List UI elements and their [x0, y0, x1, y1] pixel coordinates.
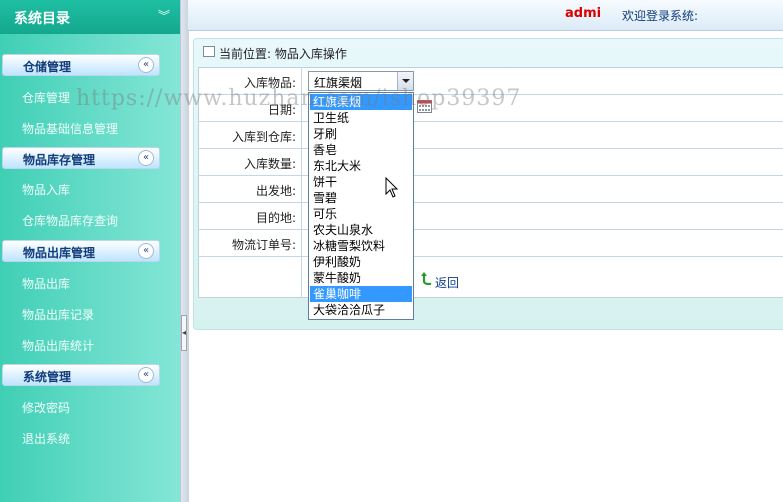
- back-link[interactable]: 返回: [435, 274, 459, 291]
- dropdown-option[interactable]: 大袋洽洽瓜子: [310, 302, 412, 318]
- dropdown-option[interactable]: 香皂: [310, 142, 412, 158]
- sidebar-title: 系统目录: [14, 11, 70, 27]
- breadcrumb: 当前位置: 物品入库操作: [219, 47, 347, 61]
- window-icon: [203, 46, 215, 57]
- dropdown-option[interactable]: 伊利酸奶: [310, 254, 412, 270]
- menu-item-stock-out[interactable]: 物品出库: [22, 275, 70, 292]
- collapse-sidebar-icon[interactable]: ◂: [181, 315, 187, 351]
- row-divider: [198, 256, 783, 257]
- section-system[interactable]: 系统管理 «: [2, 364, 160, 386]
- dropdown-option[interactable]: 农夫山泉水: [310, 222, 412, 238]
- section-inventory[interactable]: 物品库存管理 «: [2, 147, 160, 169]
- section-label: 仓储管理: [23, 60, 72, 74]
- chevron-left-icon[interactable]: «: [138, 57, 154, 73]
- label-quantity: 入库数量:: [243, 157, 296, 171]
- dropdown-option[interactable]: 牙刷: [310, 126, 412, 142]
- dropdown-option[interactable]: 冰糖雪梨饮料: [310, 238, 412, 254]
- section-outbound[interactable]: 物品出库管理 «: [2, 240, 160, 262]
- menu-item-warehouse[interactable]: 仓库管理: [22, 89, 70, 106]
- label-origin: 出发地:: [255, 184, 296, 198]
- label-warehouse: 入库到仓库:: [231, 130, 296, 144]
- label-tracking-number: 物流订单号:: [231, 238, 296, 252]
- menu-item-logout[interactable]: 退出系统: [22, 430, 70, 447]
- dropdown-option[interactable]: 东北大米: [310, 158, 412, 174]
- section-label: 系统管理: [23, 370, 72, 384]
- mouse-cursor-icon: [385, 177, 399, 198]
- section-label: 物品出库管理: [23, 246, 96, 260]
- dropdown-option[interactable]: 卫生纸: [310, 110, 412, 126]
- section-storage[interactable]: 仓储管理 «: [2, 54, 160, 76]
- chevron-left-icon[interactable]: «: [138, 150, 154, 166]
- collapse-icon[interactable]: ︾: [158, 8, 170, 24]
- menu-item-stock-query[interactable]: 仓库物品库存查询: [22, 212, 118, 229]
- watermark: https://www.huzhan.com/ishop39397: [76, 86, 522, 111]
- section-label: 物品库存管理: [23, 153, 96, 167]
- menu-item-stock-in[interactable]: 物品入库: [22, 181, 70, 198]
- welcome-text: 欢迎登录系统:: [621, 9, 698, 23]
- item-dropdown-list[interactable]: 红旗渠烟 卫生纸 牙刷 香皂 东北大米 饼干 雪碧 可乐 农夫山泉水 冰糖雪梨饮…: [308, 92, 414, 320]
- dropdown-option[interactable]: 蒙牛酸奶: [310, 270, 412, 286]
- user-name: admi: [565, 6, 602, 21]
- row-divider: [198, 148, 783, 149]
- chevron-left-icon[interactable]: «: [138, 243, 154, 259]
- row-divider: [198, 175, 783, 176]
- menu-item-out-records[interactable]: 物品出库记录: [22, 306, 94, 323]
- row-divider: [198, 121, 783, 122]
- dropdown-option-highlighted[interactable]: 雀巢咖啡: [310, 286, 412, 302]
- menu-item-change-password[interactable]: 修改密码: [22, 399, 70, 416]
- row-divider: [198, 229, 783, 230]
- row-divider: [198, 202, 783, 203]
- dropdown-option[interactable]: 可乐: [310, 206, 412, 222]
- label-destination: 目的地:: [255, 211, 296, 225]
- menu-item-goods-info[interactable]: 物品基础信息管理: [22, 120, 118, 137]
- splitter[interactable]: [180, 0, 189, 502]
- chevron-left-icon[interactable]: «: [138, 367, 154, 383]
- menu-item-out-stats[interactable]: 物品出库统计: [22, 337, 94, 354]
- back-arrow-icon[interactable]: [421, 272, 433, 285]
